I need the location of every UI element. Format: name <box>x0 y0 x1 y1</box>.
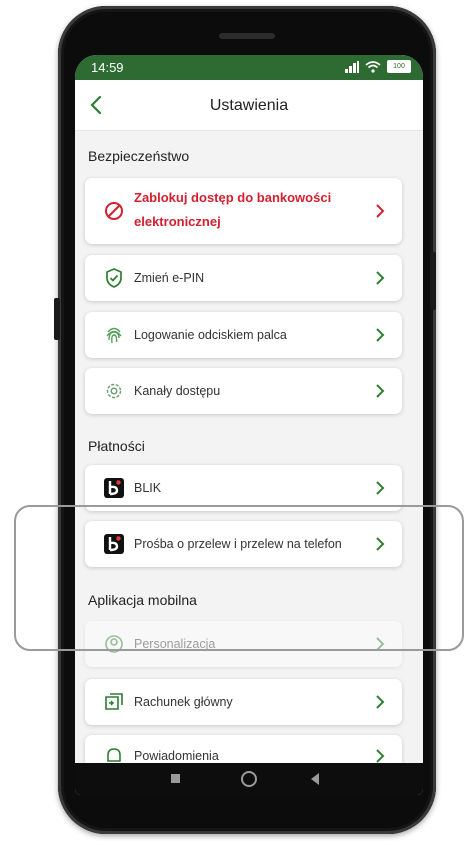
fingerprint-login-label: Logowanie odciskiem palca <box>134 328 287 342</box>
volume-button <box>54 298 60 340</box>
page-title: Ustawienia <box>209 97 289 114</box>
status-icons: 100 <box>345 60 411 73</box>
chevron-right-icon <box>376 384 385 398</box>
home-icon[interactable] <box>241 771 257 787</box>
section-header-security: Bezpieczeństwo <box>88 148 190 164</box>
account-icon <box>105 693 123 710</box>
gear-icon <box>106 383 122 399</box>
blik-label: BLIK <box>134 481 162 495</box>
blik-icon <box>104 478 124 498</box>
status-time: 14:59 <box>91 60 124 75</box>
signal-icon <box>345 60 359 73</box>
app-screen: 14:59 100 Ustawienia Bezpieczeństwo Zabl… <box>75 55 423 795</box>
fingerprint-icon <box>106 327 122 344</box>
system-nav-bar <box>75 763 423 795</box>
top-bar: Ustawienia <box>75 80 423 131</box>
access-channels-button[interactable]: Kanały dostępu <box>85 368 402 414</box>
power-button <box>430 252 436 310</box>
chevron-right-icon <box>376 204 385 218</box>
chevron-right-icon <box>376 271 385 285</box>
notifications-label: Powiadomienia <box>134 749 219 763</box>
chevron-right-icon <box>376 695 385 709</box>
status-bar: 14:59 100 <box>75 55 423 80</box>
shield-check-icon <box>106 268 122 288</box>
change-epin-button[interactable]: Zmień e-PIN <box>85 255 402 301</box>
change-epin-label: Zmień e-PIN <box>134 271 205 285</box>
block-access-button[interactable]: Zablokuj dostęp do bankowości elektronic… <box>85 178 402 244</box>
main-account-label: Rachunek główny <box>134 695 233 709</box>
speaker-grille <box>219 33 275 39</box>
section-header-payments: Płatności <box>88 438 145 454</box>
block-icon <box>105 202 123 220</box>
chevron-right-icon <box>376 749 385 763</box>
back-triangle-icon[interactable] <box>311 773 319 785</box>
wifi-icon <box>365 60 381 73</box>
recents-icon[interactable] <box>171 774 180 783</box>
block-access-label: Zablokuj dostęp do bankowości elektronic… <box>134 190 332 229</box>
highlight-frame <box>14 505 464 651</box>
main-account-button[interactable]: Rachunek główny <box>85 679 402 725</box>
chevron-right-icon <box>376 328 385 342</box>
fingerprint-login-button[interactable]: Logowanie odciskiem palca <box>85 312 402 358</box>
chevron-right-icon <box>376 481 385 495</box>
access-channels-label: Kanały dostępu <box>134 384 221 398</box>
battery-icon: 100 <box>387 60 411 73</box>
